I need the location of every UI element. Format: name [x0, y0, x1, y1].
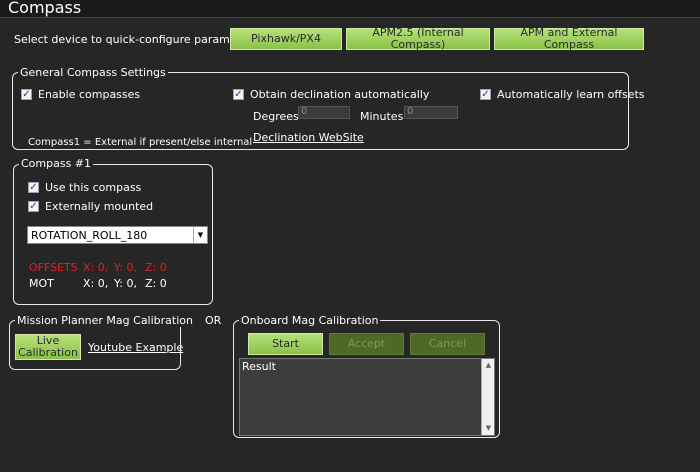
offsets-x: X: 0,	[83, 261, 109, 274]
title-bar	[0, 0, 700, 18]
onboard-mag-calibration-legend: Onboard Mag Calibration	[239, 314, 381, 327]
mp-mag-calibration-legend: Mission Planner Mag Calibration	[15, 314, 195, 327]
mot-y: Y: 0,	[114, 277, 137, 290]
offsets-y: Y: 0,	[114, 261, 137, 274]
or-label: OR	[205, 314, 222, 327]
chevron-down-icon[interactable]: ▼	[193, 227, 207, 243]
degrees-label: Degrees	[253, 110, 299, 123]
checkmark-icon: ✓	[481, 89, 490, 100]
minutes-label: Minutes	[360, 110, 404, 123]
obtain-declination-label: Obtain declination automatically	[250, 88, 430, 101]
result-textbox[interactable]: Result ▲ ▼	[239, 358, 495, 436]
compass1-legend: Compass #1	[19, 157, 94, 170]
pixhawk-px4-button[interactable]: Pixhawk/PX4	[230, 28, 342, 50]
obtain-declination-checkbox[interactable]: ✓	[233, 89, 244, 100]
quick-config-label: Select device to quick-configure paramet…	[14, 33, 262, 46]
compass1-note: Compass1 = External if present/else inte…	[28, 137, 253, 148]
rotation-select-value: ROTATION_ROLL_180	[31, 229, 148, 242]
result-text: Result	[242, 360, 276, 373]
onboard-start-button[interactable]: Start	[248, 333, 323, 355]
scroll-down-icon[interactable]: ▼	[483, 423, 494, 434]
mot-z: Z: 0	[145, 277, 167, 290]
checkmark-icon: ✓	[29, 182, 38, 193]
apm25-internal-compass-button[interactable]: APM2.5 (Internal Compass)	[346, 27, 490, 51]
minutes-field[interactable]: 0	[404, 106, 458, 119]
mot-label: MOT	[29, 277, 54, 290]
checkmark-icon: ✓	[22, 89, 31, 100]
declination-website-link[interactable]: Declination WebSite	[253, 131, 364, 144]
checkmark-icon: ✓	[29, 201, 38, 212]
live-calibration-button[interactable]: Live Calibration	[15, 334, 81, 360]
degrees-field[interactable]: 0	[298, 106, 350, 119]
general-compass-settings-legend: General Compass Settings	[18, 66, 168, 79]
externally-mounted-label: Externally mounted	[45, 200, 154, 213]
degrees-value: 0	[301, 106, 308, 117]
use-this-compass-checkbox[interactable]: ✓	[28, 182, 39, 193]
enable-compasses-label: Enable compasses	[38, 88, 141, 101]
rotation-select[interactable]: ROTATION_ROLL_180 ▼	[27, 226, 208, 244]
onboard-accept-button[interactable]: Accept	[329, 333, 404, 355]
offsets-label: OFFSETS	[29, 261, 78, 274]
youtube-example-link[interactable]: Youtube Example	[88, 341, 183, 354]
minutes-value: 0	[407, 106, 414, 117]
page-title: Compass	[8, 0, 82, 17]
apm-external-compass-button[interactable]: APM and External Compass	[494, 27, 644, 51]
mot-x: X: 0,	[83, 277, 109, 290]
use-this-compass-label: Use this compass	[45, 181, 142, 194]
checkmark-icon: ✓	[234, 89, 243, 100]
offsets-z: Z: 0	[145, 261, 167, 274]
externally-mounted-checkbox[interactable]: ✓	[28, 201, 39, 212]
enable-compasses-checkbox[interactable]: ✓	[21, 89, 32, 100]
onboard-cancel-button[interactable]: Cancel	[410, 333, 485, 355]
result-scrollbar[interactable]: ▲ ▼	[481, 359, 494, 435]
scroll-up-icon[interactable]: ▲	[483, 360, 494, 371]
auto-learn-offsets-label: Automatically learn offsets	[497, 88, 645, 101]
auto-learn-offsets-checkbox[interactable]: ✓	[480, 89, 491, 100]
